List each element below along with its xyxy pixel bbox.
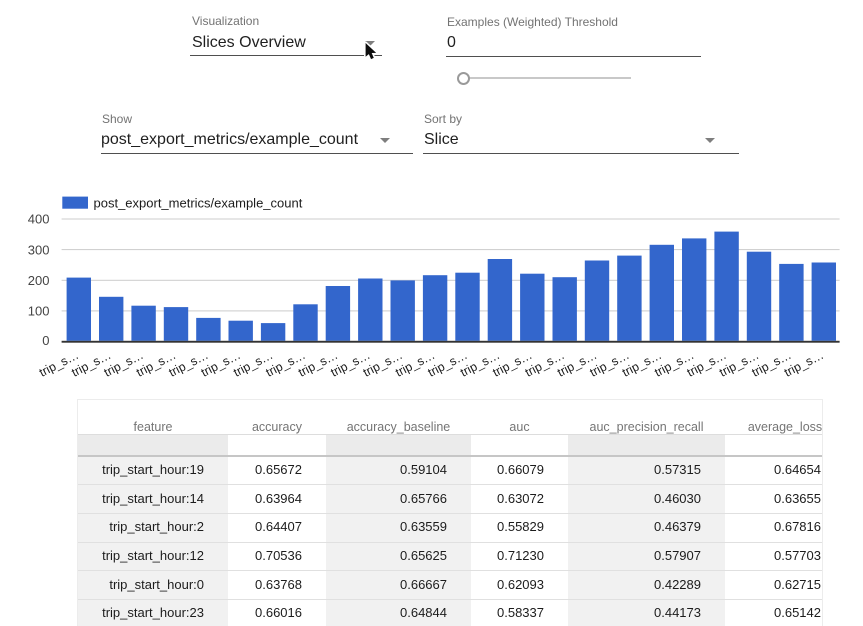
svg-text:0: 0 <box>42 333 49 348</box>
svg-text:200: 200 <box>28 273 50 288</box>
svg-text:400: 400 <box>28 212 50 227</box>
svg-text:300: 300 <box>28 242 50 257</box>
svg-text:post_export_metrics/example_co: post_export_metrics/example_count <box>94 195 303 210</box>
svg-text:100: 100 <box>28 304 50 319</box>
